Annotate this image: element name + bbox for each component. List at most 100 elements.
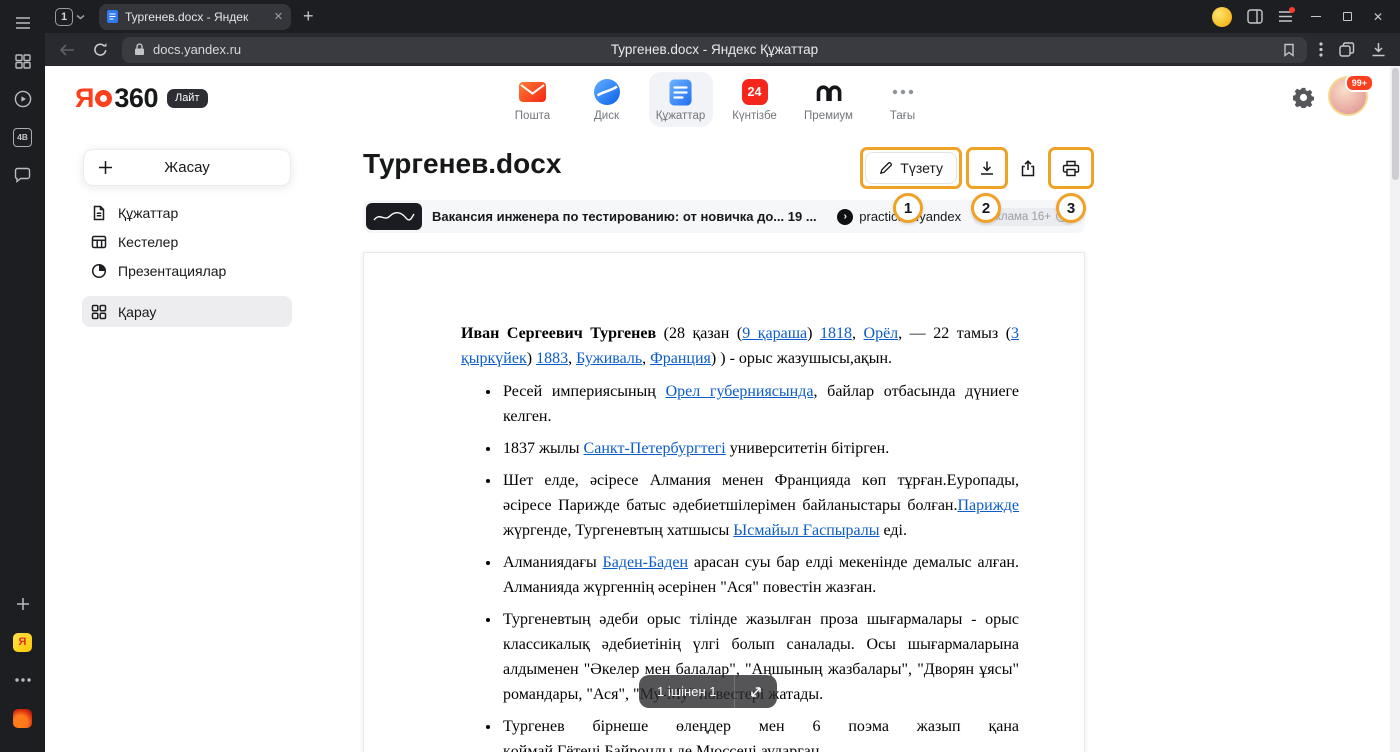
address-field[interactable]: docs.yandex.ru Тургенев.docx - Яндекс Құ…	[122, 37, 1307, 63]
annotation-box-1: Түзету	[860, 147, 962, 189]
document-paragraph: Иван Сергеевич Тургенев (28 қазан (9 қар…	[461, 321, 1019, 371]
lite-badge: Лайт	[167, 89, 208, 108]
document-text: университетін бітірген.	[726, 440, 889, 457]
notifications-list-icon[interactable]	[1278, 10, 1293, 23]
nav-item-premium[interactable]: Премиум	[797, 72, 861, 127]
yandex-360-logo[interactable]: Я 360 Лайт	[75, 83, 208, 114]
expand-icon	[749, 685, 763, 699]
tab-bar-avatar[interactable]	[1212, 7, 1232, 27]
chat-icon[interactable]	[9, 161, 37, 189]
yandex-start-icon[interactable]: Я	[9, 628, 37, 656]
yandex-logo-letter: Я	[75, 83, 93, 114]
downloads-icon[interactable]	[1371, 42, 1386, 57]
docs-icon	[669, 79, 692, 106]
document-bullet-item: 1837 жылы Санкт-Петербургтегі университе…	[501, 436, 1019, 461]
annotation-circle-3: 3	[1056, 193, 1086, 223]
sidebar-item-presentations[interactable]: Презентациялар	[82, 256, 292, 285]
page-title: Тургенев.docx - Яндекс Құжаттар	[122, 42, 1307, 57]
tab-title: Тургенев.docx - Яндек	[125, 10, 267, 24]
kebab-menu-icon[interactable]	[1319, 42, 1323, 57]
fullscreen-button[interactable]	[735, 675, 777, 708]
collections-icon[interactable]	[1339, 42, 1355, 57]
video-icon[interactable]	[9, 85, 37, 113]
panels-icon[interactable]	[9, 47, 37, 75]
page-scrollbar[interactable]	[1390, 66, 1400, 752]
document-hyperlink[interactable]: Орёл	[864, 325, 899, 342]
document-text: (28 қазан (	[656, 325, 742, 342]
nav-item-docs[interactable]: Құжаттар	[649, 72, 713, 127]
document-text: , — 22 тамыз (	[898, 325, 1011, 342]
pencil-icon	[879, 161, 893, 175]
document-hyperlink[interactable]: Франция	[650, 350, 711, 367]
document-text: Алманиядағы	[503, 554, 603, 571]
sidebar-item-view[interactable]: Қарау	[82, 296, 292, 327]
refresh-button[interactable]	[93, 42, 108, 57]
document-bullet-item: Тургенев бірнеше өлеңдер мен 6 поэма жаз…	[501, 714, 1019, 752]
presentation-icon	[91, 263, 107, 279]
document-hyperlink[interactable]: Буживаль	[576, 350, 642, 367]
document-hyperlink[interactable]: Ысмайыл Ғаспыралы	[733, 522, 879, 539]
browser-side-rail: 4B Я	[0, 0, 45, 752]
new-tab-button[interactable]: +	[303, 6, 314, 27]
bookmark-icon[interactable]	[1283, 43, 1295, 57]
document-text: Тургенев бірнеше өлеңдер мен 6 поэма жаз…	[503, 718, 1019, 752]
downloads-panel-icon[interactable]	[1247, 9, 1263, 24]
menu-icon[interactable]	[9, 9, 37, 37]
document-title: Тургенев.docx	[363, 148, 561, 180]
chevron-down-icon	[76, 14, 85, 20]
nav-item-calendar[interactable]: 24 Күнтізбе	[723, 72, 787, 127]
nav-item-mail[interactable]: Пошта	[501, 72, 565, 127]
document-hyperlink[interactable]: Парижде	[957, 497, 1019, 514]
settings-gear-icon[interactable]	[1293, 87, 1314, 113]
scrollbar-thumb[interactable]	[1392, 68, 1399, 180]
window-minimize-button[interactable]	[1308, 9, 1324, 25]
page-indicator-label: 1 ішінен 1	[639, 684, 734, 699]
notification-dot	[1289, 7, 1295, 13]
plus-icon	[98, 160, 113, 175]
edit-button[interactable]: Түзету	[865, 152, 957, 184]
rail-more-icon[interactable]	[9, 666, 37, 694]
back-button[interactable]	[59, 44, 75, 56]
ad-headline: Вакансия инженера по тестированию: от но…	[432, 209, 817, 224]
document-hyperlink[interactable]: Санкт-Петербургтегі	[584, 440, 726, 457]
translate-badge-icon[interactable]: 4B	[9, 123, 37, 151]
nav-item-disk[interactable]: Диск	[575, 72, 639, 127]
download-button[interactable]	[971, 152, 1003, 184]
page-indicator: 1 ішінен 1	[639, 675, 777, 708]
document-hyperlink[interactable]: Баден-Баден	[603, 554, 689, 571]
document-hyperlink[interactable]: 1883	[536, 350, 568, 367]
document-text: Ресей империясының	[503, 383, 666, 400]
window-close-button[interactable]: ✕	[1370, 9, 1386, 25]
active-tab[interactable]: Тургенев.docx - Яндек ✕	[99, 4, 291, 30]
sidebar-menu: Құжаттар Кестелер Презентациялар Қарау	[82, 198, 292, 327]
document-text: ) ) - орыс жазушысы,ақын.	[711, 350, 892, 367]
share-button[interactable]	[1012, 152, 1044, 184]
tab-counter[interactable]: 1	[55, 8, 85, 26]
url-text: docs.yandex.ru	[153, 42, 241, 57]
document-hyperlink[interactable]: 9 қараша	[742, 325, 807, 342]
sidebar-item-tables[interactable]: Кестелер	[82, 227, 292, 256]
document-bullet-item: Ресей империясының Орел губерниясында, б…	[501, 379, 1019, 429]
annotation-box-2	[966, 147, 1008, 189]
document-text: ,	[568, 350, 576, 367]
table-icon	[91, 234, 107, 250]
print-button[interactable]	[1053, 152, 1089, 184]
logo-ring-icon	[95, 90, 112, 107]
document-hyperlink[interactable]: Орел губерниясында	[666, 383, 814, 400]
profile-avatar[interactable]: 99+	[1328, 76, 1368, 116]
docs-page: Я 360 Лайт Пошта Диск Құ	[45, 66, 1390, 752]
nav-item-more[interactable]: Тағы	[871, 72, 935, 127]
document-hyperlink[interactable]: 1818	[820, 325, 852, 342]
document-text: жүргенде, Тургеневтың хатшысы	[503, 522, 733, 539]
calendar-icon: 24	[742, 79, 768, 105]
create-button[interactable]: Жасау	[83, 149, 291, 186]
document-bold-text: Иван Сергеевич Тургенев	[461, 325, 656, 342]
games-icon[interactable]	[9, 704, 37, 732]
add-panel-icon[interactable]	[9, 590, 37, 618]
print-icon	[1062, 160, 1080, 177]
window-maximize-button[interactable]	[1339, 9, 1355, 25]
mail-count-badge: 99+	[1345, 74, 1374, 92]
services-nav: Пошта Диск Құжаттар 24 Күнтізбе	[501, 72, 935, 127]
tab-close-icon[interactable]: ✕	[274, 10, 283, 23]
sidebar-item-documents[interactable]: Құжаттар	[82, 198, 292, 227]
